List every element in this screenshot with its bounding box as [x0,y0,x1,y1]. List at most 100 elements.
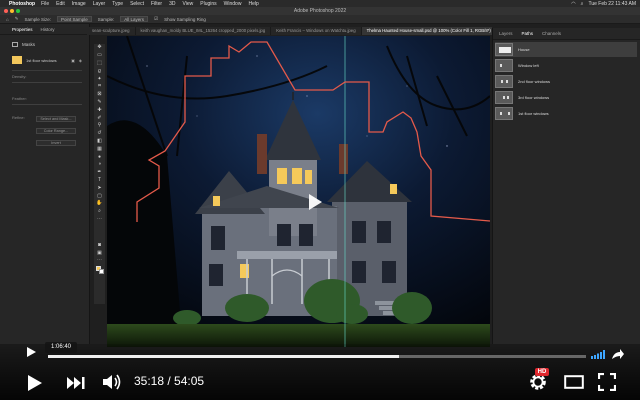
menu-item-layer[interactable]: Layer [93,1,106,7]
crop-tool-icon[interactable]: ⌗ [94,83,105,91]
path-item-label: 3rd floor windows [518,95,550,100]
duration: 54:05 [174,374,205,388]
blur-tool-icon[interactable]: ● [94,153,105,161]
density-label: Density: [12,74,27,79]
density-slider[interactable] [12,82,82,83]
menu-item-select[interactable]: Select [130,1,144,7]
sample-label: Sample: [97,16,115,22]
paths-panel: Layers Paths Channels House Window left … [492,28,640,344]
eyedropper-icon[interactable]: ✎ [94,99,105,107]
screen-mode-icon[interactable]: ▣ [94,249,105,257]
background-color-swatch[interactable] [99,269,104,274]
menu-item-type[interactable]: Type [112,1,123,7]
show-sampling-ring-checkbox[interactable]: ☑ [154,16,158,22]
select-and-mask-button[interactable]: Select and Mask... [36,116,76,122]
dodge-tool-icon[interactable]: ◑ [94,161,105,169]
fullscreen-icon[interactable] [598,373,616,391]
path-item-2nd-floor-windows[interactable]: 2nd floor windows [495,74,637,89]
lasso-tool-icon[interactable]: ϱ [94,67,105,75]
wifi-icon[interactable]: ◠ [571,1,575,7]
share-icon[interactable] [611,348,625,360]
small-play-icon[interactable] [26,346,37,358]
menu-item-3d[interactable]: 3D [169,1,175,7]
doc-tab-active[interactable]: Thelma Haunted House-small.psd @ 100% (C… [361,27,492,35]
quick-mask-icon[interactable]: ◙ [94,241,105,249]
pixel-mask-icon[interactable]: ▣ [71,58,75,63]
marquee-tool-icon[interactable]: ⬚ [94,60,105,68]
path-item-window-left[interactable]: Window left [495,58,637,73]
menu-item-image[interactable]: Image [72,1,86,7]
volume-level-icon [591,350,605,359]
zoom-tool-icon[interactable]: ⌕ [94,208,105,216]
path-item-1st-floor-windows[interactable]: 1st floor windows [495,106,637,121]
vector-mask-icon[interactable]: ◈ [79,58,82,63]
video-progress-bar[interactable] [48,355,586,358]
theater-mode-icon[interactable] [564,375,584,389]
more-tools-icon[interactable]: ⋯ [94,216,105,224]
clone-stamp-icon[interactable]: ⚲ [94,122,105,130]
path-select-tool-icon[interactable]: ➤ [94,184,105,192]
layer-thumbnail [12,56,22,64]
feather-slider[interactable] [12,104,82,105]
invert-button[interactable]: Invert [36,140,76,146]
tab-paths[interactable]: Paths [522,31,534,36]
type-tool-icon[interactable]: T [94,177,105,185]
search-icon[interactable]: ⌕ [581,1,584,7]
menu-app-name[interactable]: Photoshop [9,1,35,7]
eraser-tool-icon[interactable]: ◧ [94,138,105,146]
menu-item-window[interactable]: Window [224,1,242,7]
menu-clock[interactable]: Tue Feb 22 11:43 AM [588,1,636,7]
eyedropper-tool-icon[interactable]: ✎ [15,16,19,22]
menu-item-view[interactable]: View [183,1,194,7]
next-video-icon[interactable] [66,376,86,390]
move-tool-icon[interactable]: ✥ [94,44,105,52]
path-thumbnail [495,59,513,72]
menu-item-help[interactable]: Help [248,1,258,7]
close-window-icon[interactable] [4,9,8,13]
edit-toolbar-icon[interactable]: ⋯ [94,257,105,265]
doc-tab-1[interactable]: sean-sculpture.jpeg [87,27,136,35]
brush-tool-icon[interactable]: ✐ [94,114,105,122]
path-item-house[interactable]: House [495,42,637,57]
volume-icon[interactable] [102,373,122,391]
healing-brush-icon[interactable]: ✚ [94,106,105,114]
path-item-3rd-floor-windows[interactable]: 3rd floor windows [495,90,637,105]
tab-channels[interactable]: Channels [542,31,561,36]
tab-properties[interactable]: Properties [12,27,33,32]
document-canvas[interactable] [107,36,490,347]
minimize-window-icon[interactable] [10,9,14,13]
window-controls [4,9,20,13]
hd-badge: HD [535,368,549,376]
menu-item-filter[interactable]: Filter [151,1,162,7]
menu-item-edit[interactable]: Edit [56,1,65,7]
maximize-window-icon[interactable] [16,9,20,13]
doc-tab-3[interactable]: Keith Francis – Windows on Watchtu.jpeg [271,27,362,35]
sample-dropdown[interactable]: All Layers [120,16,149,22]
feather-label: Feather: [12,96,27,101]
menu-item-plugins[interactable]: Plugins [200,1,216,7]
progress-played [48,355,400,358]
pen-tool-icon[interactable]: ✒ [94,169,105,177]
video-play-overlay-icon[interactable] [303,191,325,213]
quick-select-tool-icon[interactable]: ✦ [94,75,105,83]
shape-tool-icon[interactable]: ▢ [94,192,105,200]
sample-size-dropdown[interactable]: Point Sample [57,16,92,22]
doc-tab-2[interactable]: keith vaughan_moldy BLUE_IML_15264 cropp… [136,27,272,35]
hand-tool-icon[interactable]: ✋ [94,200,105,208]
play-button-icon[interactable] [26,374,44,392]
path-thumbnail [495,91,513,104]
menu-item-file[interactable]: File [41,1,49,7]
tools-panel: ✥ ▭ ⬚ ϱ ✦ ⌗ ⊠ ✎ ✚ ✐ ⚲ ↺ ◧ ▦ ● ◑ ✒ T ➤ ▢ … [94,44,105,304]
home-icon[interactable]: ⌂ [6,17,9,22]
window-title: Adobe Photoshop 2022 [293,8,347,14]
frame-tool-icon[interactable]: ⊠ [94,91,105,99]
mask-layer-row[interactable]: 1st floor windows ▣ ◈ [12,55,82,65]
artboard-tool-icon[interactable]: ▭ [94,52,105,60]
tab-history[interactable]: History [41,27,55,32]
window-title-bar: Adobe Photoshop 2022 [0,7,640,15]
path-item-label: 2nd floor windows [518,79,551,84]
gradient-tool-icon[interactable]: ▦ [94,145,105,153]
history-brush-icon[interactable]: ↺ [94,130,105,138]
color-range-button[interactable]: Color Range... [36,128,76,134]
tab-layers[interactable]: Layers [499,31,513,36]
